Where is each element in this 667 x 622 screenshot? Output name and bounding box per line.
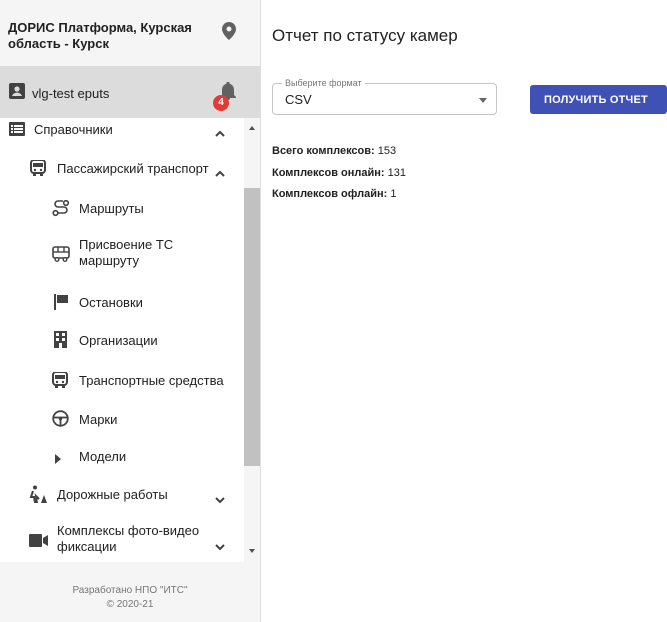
scroll-up-arrow-icon[interactable]	[249, 126, 255, 130]
stat-value: 131	[387, 167, 407, 179]
notification-badge: 4	[213, 95, 229, 111]
location-pin-icon[interactable]	[222, 22, 236, 45]
user-panel[interactable]: vlg-test eputs 4	[0, 66, 260, 118]
sidebar: ДОРИС Платформа, Курская область - Курск…	[0, 0, 261, 622]
stat-label: Всего комплексов:	[272, 145, 375, 157]
caret-right-icon	[55, 451, 61, 469]
scroll-down-arrow-icon[interactable]	[249, 549, 255, 553]
menu-label: Организации	[79, 333, 158, 348]
stat-value: 153	[377, 145, 397, 157]
menu-label: Модели	[79, 449, 127, 464]
page-title: Отчет по статусу камер	[272, 26, 458, 45]
menu-item-passenger-transport[interactable]: Пассажирский транспорт	[0, 156, 244, 180]
menu-item-stops[interactable]: Остановки	[0, 290, 244, 314]
stat-offline: Комплексов офлайн: 1	[272, 188, 396, 200]
sidebar-header: ДОРИС Платформа, Курская область - Курск	[0, 0, 260, 66]
menu-label: Остановки	[79, 295, 143, 310]
menu-item-models[interactable]: Модели	[0, 444, 244, 468]
bus-icon	[52, 371, 68, 393]
menu-label: Справочники	[34, 122, 113, 137]
sidebar-menu: Справочники Пассажирский транспорт Маршр…	[0, 118, 244, 562]
format-select-value: CSV	[285, 92, 312, 107]
bus-stop-icon	[53, 294, 69, 315]
menu-label: Марки	[79, 412, 118, 427]
sidebar-footer: Разработано НПО "ИТС" © 2020-21	[0, 562, 260, 622]
menu-item-brands[interactable]: Марки	[0, 407, 244, 431]
menu-label: Пассажирский транспорт	[57, 161, 209, 176]
chevron-down-icon	[215, 538, 225, 556]
chevron-up-icon	[215, 124, 225, 142]
bus-icon	[30, 159, 46, 181]
list-icon	[9, 122, 25, 141]
menu-item-photo-video-complexes[interactable]: Комплексы фото-видео фиксации	[0, 520, 244, 558]
menu-label: Комплексы фото-видео фиксации	[57, 523, 200, 554]
route-icon	[52, 199, 70, 222]
footer-credit: Разработано НПО "ИТС"	[72, 585, 188, 596]
stat-label: Комплексов онлайн:	[272, 167, 385, 179]
building-icon	[54, 331, 67, 353]
menu-label: Маршруты	[79, 201, 144, 216]
menu-label: Присвоение ТС маршруту	[79, 237, 174, 268]
stat-online: Комплексов онлайн: 131	[272, 167, 406, 179]
menu-label: Дорожные работы	[57, 487, 168, 502]
format-select[interactable]: Выберите формат CSV	[272, 78, 497, 115]
road-works-icon	[29, 485, 49, 508]
steering-wheel-icon	[52, 410, 69, 432]
bus-side-icon	[52, 246, 70, 267]
footer-copyright: © 2020-21	[106, 599, 154, 610]
menu-item-assign-vehicle[interactable]: Присвоение ТС маршруту	[0, 236, 244, 272]
stat-total: Всего комплексов: 153	[272, 145, 396, 157]
menu-item-routes[interactable]: Маршруты	[0, 196, 244, 220]
menu-item-organizations[interactable]: Организации	[0, 328, 244, 352]
chevron-up-icon	[215, 164, 225, 182]
stat-value: 1	[390, 188, 397, 200]
get-report-button[interactable]: ПОЛУЧИТЬ ОТЧЕТ	[530, 85, 667, 114]
menu-item-vehicles[interactable]: Транспортные средства	[0, 368, 244, 392]
menu-item-road-works[interactable]: Дорожные работы	[0, 482, 244, 506]
video-camera-icon	[29, 534, 49, 552]
sidebar-scrollbar-thumb[interactable]	[244, 188, 260, 466]
dropdown-arrow-icon	[479, 98, 487, 103]
stat-label: Комплексов офлайн:	[272, 188, 388, 200]
chevron-down-icon	[215, 491, 225, 509]
account-box-icon	[9, 83, 25, 104]
menu-item-directories[interactable]: Справочники	[0, 118, 244, 140]
menu-label: Транспортные средства	[79, 373, 224, 388]
format-select-label: Выберите формат	[282, 78, 365, 89]
user-name: vlg-test eputs	[32, 86, 110, 101]
platform-title: ДОРИС Платформа, Курская область - Курск	[8, 20, 192, 51]
